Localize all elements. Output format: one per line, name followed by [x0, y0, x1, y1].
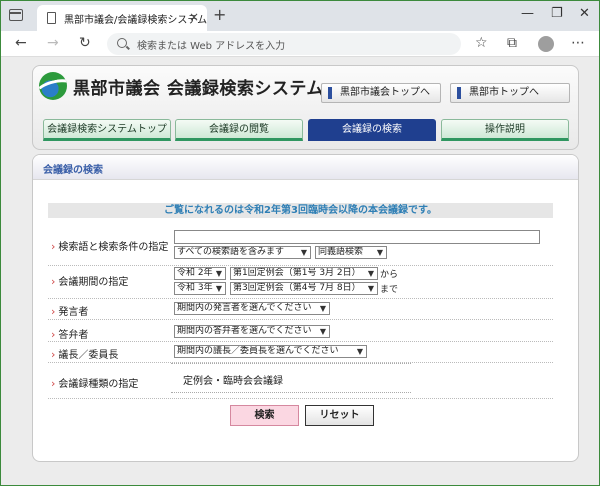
from-year-select[interactable]: 令和 2年 ▼ [174, 267, 226, 280]
bullet-bar-icon [457, 87, 461, 99]
panel-title: 会議録の検索 [43, 165, 103, 176]
to-year-select[interactable]: 令和 3年 ▼ [174, 282, 226, 295]
from-session-select[interactable]: 第1回定例会（第1号 3月 2日） ▼ [230, 267, 378, 280]
to-session-select[interactable]: 第3回定例会（第4号 7月 8日） ▼ [230, 282, 378, 295]
chevron-down-icon: ▼ [367, 269, 374, 278]
chevron-down-icon: ▼ [376, 248, 383, 257]
chevron-down-icon: ▼ [300, 248, 307, 257]
back-icon[interactable]: ← [15, 35, 27, 51]
speaker-select[interactable]: 期間内の発言者を選んでください ▼ [174, 302, 330, 315]
to-session-value: 第3回定例会（第4号 7月 8日） [233, 283, 361, 293]
from-year-value: 令和 2年 [177, 268, 213, 278]
bullet-bar-icon [328, 87, 332, 99]
tab-system-top[interactable]: 会議録検索システムトップ [43, 119, 171, 141]
chevron-down-icon: ▼ [356, 347, 363, 356]
availability-notice: ご覧になれるのは令和2年第3回臨時会以降の本会議録です。 [48, 203, 553, 218]
chevron-down-icon: ▼ [215, 284, 222, 293]
search-icon [117, 38, 127, 48]
tab-help[interactable]: 操作説明 [441, 119, 569, 141]
tab-actions-icon[interactable] [9, 9, 23, 21]
kind-box: 定例会・臨時会会議録 [171, 363, 411, 393]
minimize-icon[interactable]: — [521, 7, 534, 21]
keyword-label: 検索語と検索条件の指定 [51, 238, 168, 253]
city-logo-icon [39, 72, 67, 100]
close-tab-icon[interactable]: × [189, 10, 199, 24]
browser-window: 黒部市議会/会議録検索システム × + — ❐ ✕ ← → ↻ 検索または We… [0, 0, 600, 486]
search-panel: 会議録の検索 ご覧になれるのは令和2年第3回臨時会以降の本会議録です。 検索語と… [32, 154, 579, 462]
navigation-bar: ← → ↻ 検索または Web アドレスを入力 ☆ ⧉ ⋯ [1, 31, 599, 57]
chevron-down-icon: ▼ [367, 284, 374, 293]
page-content: 黒部市議会 会議録検索システム 黒部市議会トップへ 黒部市トップへ 会議録検索シ… [1, 57, 599, 485]
answerer-label: 答弁者 [51, 326, 88, 341]
address-bar[interactable]: 検索または Web アドレスを入力 [107, 33, 461, 55]
browser-tab[interactable]: 黒部市議会/会議録検索システム × [37, 5, 207, 31]
condition-value: すべての検索語を含みます [177, 247, 285, 257]
divider [48, 319, 553, 320]
panel-header: 会議録の検索 [33, 155, 578, 180]
reset-button[interactable]: リセット [305, 405, 374, 426]
site-title: 黒部市議会 会議録検索システム [73, 79, 324, 99]
answerer-select[interactable]: 期間内の答弁者を選んでください ▼ [174, 325, 330, 338]
divider [48, 265, 553, 266]
answerer-value: 期間内の答弁者を選んでください [177, 326, 312, 336]
tab-browse[interactable]: 会議録の閲覧 [175, 119, 303, 141]
close-window-icon[interactable]: ✕ [579, 7, 590, 21]
document-icon [47, 12, 56, 24]
synonym-value: 同義語検索 [318, 247, 364, 257]
new-tab-icon[interactable]: + [213, 7, 226, 23]
tab-search[interactable]: 会議録の検索 [308, 119, 436, 141]
search-button[interactable]: 検索 [230, 405, 299, 426]
maximize-icon[interactable]: ❐ [551, 7, 563, 21]
chevron-down-icon: ▼ [215, 269, 222, 278]
city-top-label: 黒部市トップへ [469, 87, 539, 98]
synonym-select[interactable]: 同義語検索 ▼ [315, 246, 387, 259]
city-top-button[interactable]: 黒部市トップへ [450, 83, 570, 103]
chair-select[interactable]: 期間内の議長／委員長を選んでください ▼ [174, 345, 367, 358]
kind-label: 会議録種類の指定 [51, 375, 138, 390]
profile-avatar[interactable] [538, 36, 554, 52]
tab-bar: 黒部市議会/会議録検索システム × + — ❐ ✕ [1, 1, 599, 31]
divider [48, 341, 553, 342]
chair-label: 議長／委員長 [51, 346, 118, 361]
kind-value: 定例会・臨時会会議録 [183, 376, 283, 387]
speaker-label: 発言者 [51, 303, 88, 318]
from-session-value: 第1回定例会（第1号 3月 2日） [233, 268, 361, 278]
tab-title: 黒部市議会/会議録検索システム [64, 15, 208, 26]
collections-icon[interactable]: ⧉ [507, 35, 517, 51]
speaker-value: 期間内の発言者を選んでください [177, 303, 312, 313]
chevron-down-icon: ▼ [319, 304, 326, 313]
divider [48, 398, 553, 399]
favorite-icon[interactable]: ☆ [475, 35, 488, 51]
condition-select[interactable]: すべての検索語を含みます ▼ [174, 246, 311, 259]
divider [48, 298, 553, 299]
council-top-label: 黒部市議会トップへ [340, 87, 430, 98]
to-year-value: 令和 3年 [177, 283, 213, 293]
site-header: 黒部市議会 会議録検索システム 黒部市議会トップへ 黒部市トップへ 会議録検索シ… [32, 65, 579, 150]
refresh-icon[interactable]: ↻ [79, 35, 91, 51]
chevron-down-icon: ▼ [319, 327, 326, 336]
council-top-button[interactable]: 黒部市議会トップへ [321, 83, 441, 103]
from-suffix: から [380, 270, 399, 280]
address-placeholder: 検索または Web アドレスを入力 [137, 41, 286, 52]
chair-value: 期間内の議長／委員長を選んでください [177, 346, 339, 356]
menu-icon[interactable]: ⋯ [571, 35, 585, 51]
keyword-input[interactable] [174, 230, 540, 244]
to-suffix: まで [380, 285, 399, 295]
forward-icon[interactable]: → [47, 35, 59, 51]
period-label: 会議期間の指定 [51, 273, 128, 288]
